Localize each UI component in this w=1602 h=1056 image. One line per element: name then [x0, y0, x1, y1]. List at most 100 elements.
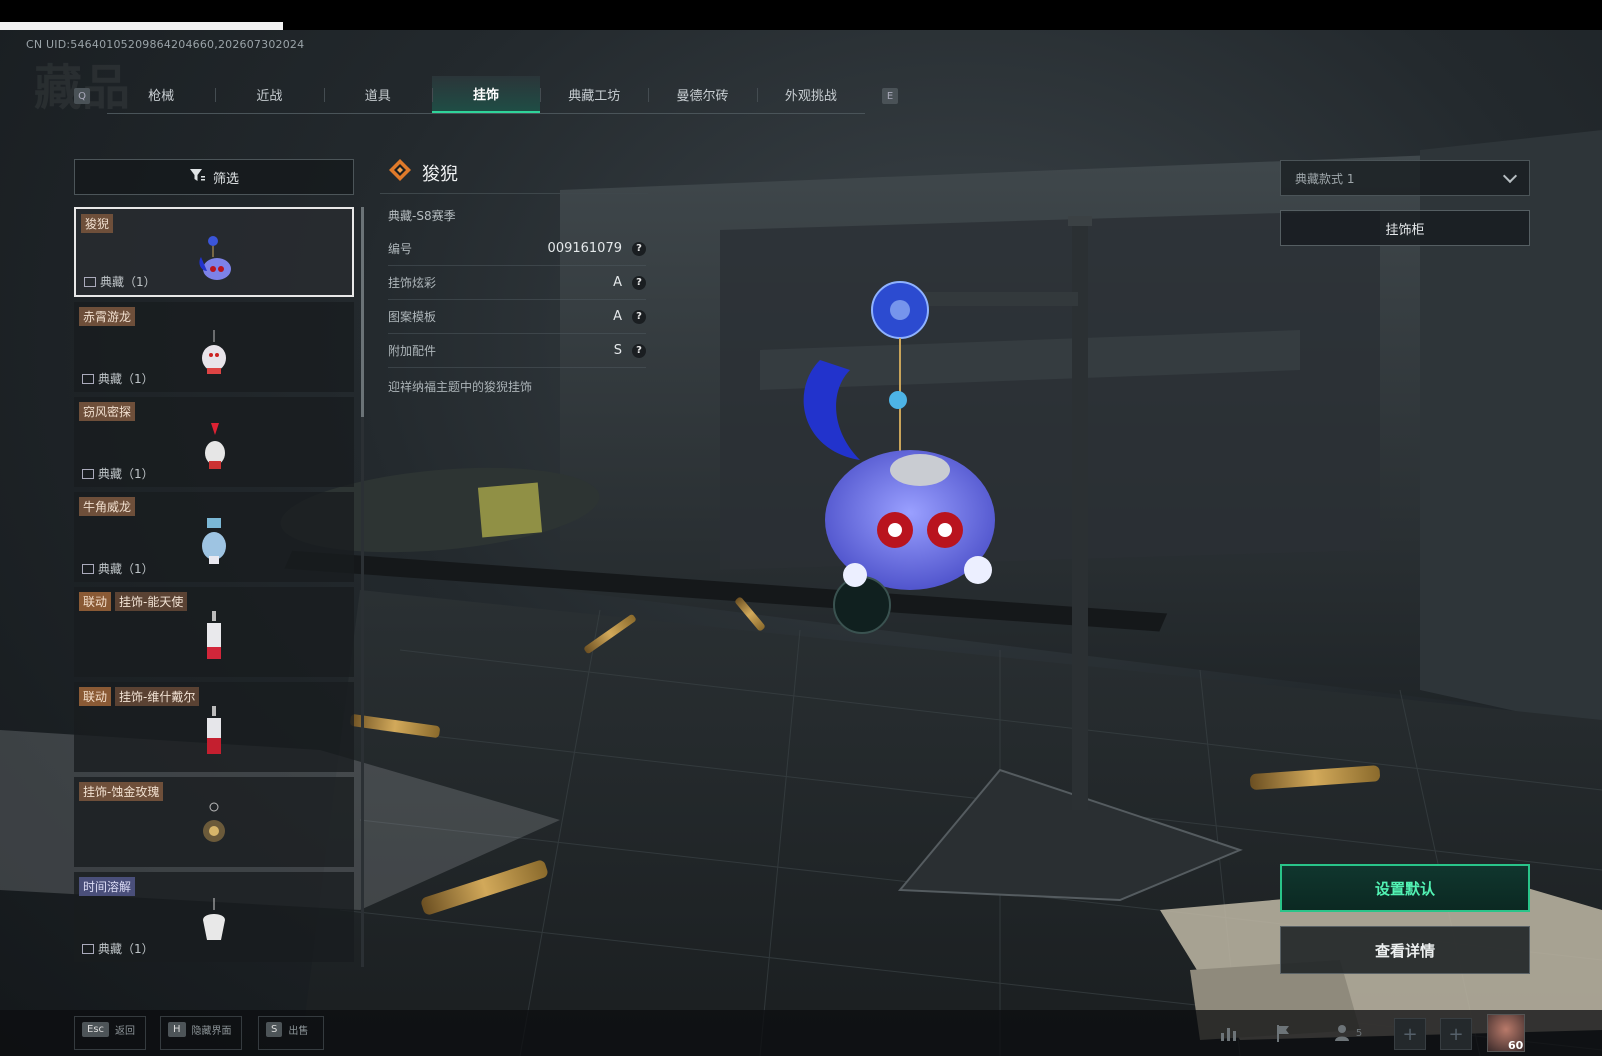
row-value: A	[613, 275, 622, 290]
charm-thumbnail	[202, 518, 226, 564]
collab-badge: 联动	[79, 687, 112, 706]
detail-row-accessory: 附加配件 S ?	[388, 334, 646, 368]
tab-label: 近战	[256, 89, 283, 104]
tab-prev-key[interactable]: Q	[74, 88, 90, 104]
tab-next-key[interactable]: E	[882, 88, 898, 104]
tab-label: 枪械	[148, 89, 175, 104]
collab-tag: 联动 挂饰-维什戴尔	[79, 687, 200, 706]
item-tag: 挂饰-能天使	[115, 592, 188, 611]
filter-label: 筛选	[212, 171, 239, 187]
tab-mandel-brick[interactable]: 曼德尔砖	[648, 76, 756, 113]
help-icon[interactable]: ?	[632, 275, 646, 290]
item-tag: 窃风密探	[79, 402, 136, 421]
help-icon[interactable]: ?	[632, 241, 646, 256]
list-item[interactable]: 时间溶解 典藏（1）	[74, 872, 354, 962]
detail-divider	[380, 193, 648, 194]
detail-row-serial: 编号 009161079 ?	[388, 232, 646, 266]
key-h: H	[168, 1022, 186, 1037]
player-level: 60	[1508, 1039, 1524, 1052]
style-dropdown-value: 典藏款式 1	[1295, 171, 1355, 186]
hide-ui-hint[interactable]: H 隐藏界面	[168, 1022, 232, 1037]
tab-workshop[interactable]: 典藏工坊	[540, 76, 648, 113]
list-item[interactable]: 挂饰-蚀金玫瑰	[74, 777, 354, 867]
collection-icon	[82, 373, 94, 384]
back-hint[interactable]: Esc 返回	[82, 1022, 135, 1037]
help-icon[interactable]: ?	[632, 343, 646, 358]
tab-charms[interactable]: 挂饰	[431, 76, 541, 113]
charm-thumbnail	[203, 802, 225, 842]
item-subtitle: 典藏（1）	[82, 465, 154, 482]
tab-melee[interactable]: 近战	[215, 76, 323, 113]
tab-label: 道具	[364, 89, 391, 104]
charm-thumbnail	[207, 706, 221, 754]
detail-row-pattern: 图案模板 A ?	[388, 300, 646, 334]
filter-button[interactable]: 筛选	[74, 159, 354, 195]
item-subtitle: 典藏（1）	[82, 560, 154, 577]
list-item[interactable]: 狻猊 典藏（1）	[74, 207, 354, 297]
charm-thumbnail	[207, 611, 221, 659]
help-icon[interactable]: ?	[632, 309, 646, 324]
row-value: S	[613, 343, 622, 358]
tab-firearms[interactable]: 枪械	[107, 76, 215, 113]
top-strip	[0, 22, 283, 30]
set-default-button[interactable]: 设置默认	[1280, 864, 1530, 912]
friends-count: 5	[1355, 1027, 1363, 1039]
tab-label: 曼德尔砖	[676, 89, 729, 104]
tab-label: 挂饰	[472, 88, 499, 103]
item-sub-text: 典藏（1）	[98, 942, 154, 956]
detail-description: 迎祥纳福主题中的狻猊挂饰	[388, 380, 533, 394]
item-tag: 牛角威龙	[79, 497, 136, 516]
list-item[interactable]: 窃风密探 典藏（1）	[74, 397, 354, 487]
item-sub-text: 典藏（1）	[98, 467, 154, 481]
row-label: 挂饰炫彩	[388, 276, 437, 290]
view-details-button[interactable]: 查看详情	[1280, 926, 1530, 974]
list-item[interactable]: 联动 挂饰-能天使	[74, 587, 354, 677]
tab-items[interactable]: 道具	[323, 76, 432, 113]
party-slot-2[interactable]: +	[1440, 1018, 1472, 1050]
tab-label: 典藏工坊	[568, 89, 621, 104]
plus-icon: +	[1448, 1023, 1464, 1045]
item-sub-text: 典藏（1）	[98, 372, 154, 386]
item-sub-text: 典藏（1）	[98, 562, 154, 576]
row-value: 009161079	[547, 241, 622, 256]
key-s: S	[266, 1022, 283, 1037]
list-item[interactable]: 联动 挂饰-维什戴尔	[74, 682, 354, 772]
charm-thumbnail	[205, 423, 225, 469]
item-tag: 挂饰-维什戴尔	[115, 687, 200, 706]
filter-icon	[189, 168, 205, 186]
item-sub-text: 典藏（1）	[100, 275, 156, 289]
detail-row-color: 挂饰炫彩 A ?	[388, 266, 646, 300]
charm-list: 狻猊 典藏（1） 赤霄游龙 典藏（1） 窃风密探 典藏（1） 牛角威龙 典藏（1…	[74, 207, 354, 967]
row-label: 图案模板	[388, 310, 437, 324]
row-label: 编号	[388, 242, 413, 256]
friends-icon[interactable]: 5	[1326, 1020, 1370, 1046]
item-tag: 时间溶解	[79, 877, 136, 896]
charm-cabinet-button[interactable]: 挂饰柜	[1280, 210, 1530, 246]
item-tag: 狻猊	[81, 214, 114, 233]
collection-icon	[82, 563, 94, 574]
list-item[interactable]: 赤霄游龙 典藏（1）	[74, 302, 354, 392]
row-value: A	[613, 309, 622, 324]
list-item[interactable]: 牛角威龙 典藏（1）	[74, 492, 354, 582]
collab-tag: 联动 挂饰-能天使	[79, 592, 188, 611]
hint-label: 隐藏界面	[191, 1026, 232, 1037]
sell-hint[interactable]: S 出售	[266, 1022, 308, 1037]
hint-label: 返回	[115, 1026, 136, 1037]
stats-icon[interactable]	[1216, 1020, 1242, 1046]
style-dropdown[interactable]: 典藏款式 1	[1280, 160, 1530, 196]
key-esc: Esc	[82, 1022, 110, 1037]
item-tag: 赤霄游龙	[79, 307, 136, 326]
tab-appearance-challenge[interactable]: 外观挑战	[756, 76, 865, 113]
rarity-diamond-icon	[388, 158, 412, 187]
list-scrollbar-thumb[interactable]	[361, 207, 364, 417]
tab-label: 外观挑战	[784, 89, 837, 104]
item-subtitle: 典藏（1）	[84, 273, 156, 290]
flag-icon[interactable]	[1270, 1020, 1296, 1046]
collab-badge: 联动	[79, 592, 112, 611]
party-slot-1[interactable]: +	[1394, 1018, 1426, 1050]
detail-title: 狻猊	[388, 158, 458, 187]
detail-season: 典藏-S8赛季	[388, 209, 456, 223]
category-tabs: 枪械 近战 道具 挂饰 典藏工坊 曼德尔砖 外观挑战	[107, 76, 865, 114]
item-subtitle: 典藏（1）	[82, 370, 154, 387]
row-label: 附加配件	[388, 344, 437, 358]
